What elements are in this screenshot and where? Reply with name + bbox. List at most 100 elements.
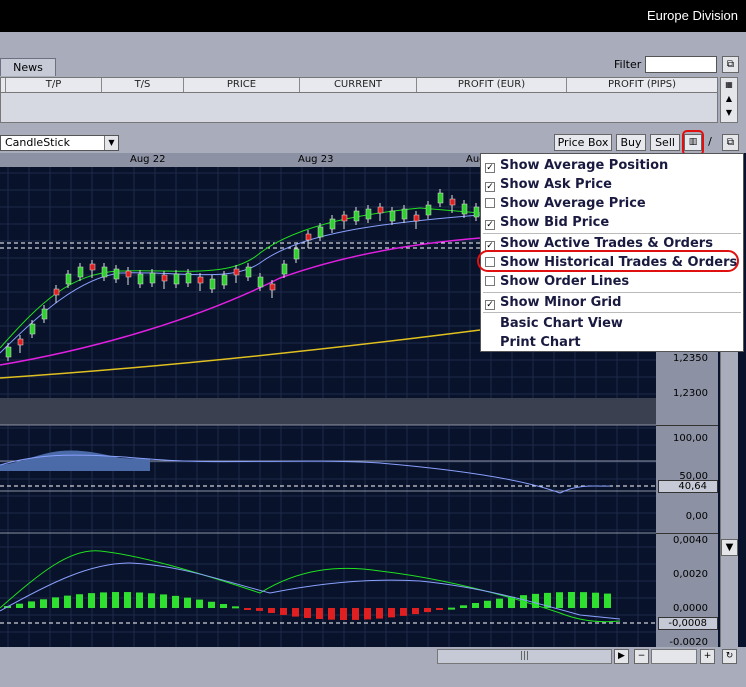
candle (29, 323, 36, 335)
macd-bar (88, 593, 95, 608)
macd-bar (340, 608, 347, 620)
menu-separator (483, 312, 741, 313)
column-header-current[interactable]: CURRENT (300, 78, 417, 92)
zoom-out-icon[interactable]: − (634, 649, 649, 664)
macd-bar (124, 592, 131, 608)
price-box-button[interactable]: Price Box (554, 134, 612, 151)
candle (389, 210, 396, 222)
axis-label: 100,00 (673, 433, 708, 444)
macd-bar (484, 600, 491, 608)
candle (293, 248, 300, 260)
macd-bar (76, 594, 83, 608)
macd-bar (412, 608, 419, 615)
checkbox-icon[interactable]: ✓ (485, 300, 495, 310)
macd-bar (580, 592, 587, 608)
macd-bar (304, 608, 311, 618)
candle (185, 272, 192, 284)
candle (137, 273, 144, 285)
sell-button[interactable]: Sell (650, 134, 680, 151)
date-label: Aug 22 (130, 154, 166, 165)
macd-bar (136, 592, 143, 608)
candle (269, 283, 276, 291)
candle (149, 272, 156, 284)
macd-bar (160, 594, 167, 608)
menu-item-show-average-price[interactable]: Show Average Price (485, 194, 646, 213)
chart-type-select[interactable]: CandleStick ▼ (0, 135, 119, 151)
tab-news[interactable]: News (0, 58, 56, 76)
axis-label: -0,0020 (669, 637, 708, 645)
candle (353, 210, 360, 222)
menu-item-show-average-position[interactable]: ✓ Show Average Position (485, 156, 668, 175)
zoom-in-icon[interactable]: + (700, 649, 715, 664)
menu-item-show-minor-grid[interactable]: ✓ Show Minor Grid (485, 293, 621, 312)
candle (401, 208, 408, 220)
checkbox-icon[interactable]: ✓ (485, 220, 495, 230)
menu-item-show-ask-price[interactable]: ✓ Show Ask Price (485, 175, 612, 194)
axis-label: 1,2350 (673, 353, 708, 364)
checkbox-icon[interactable] (485, 276, 495, 286)
macd-bar (436, 608, 443, 610)
refresh-icon[interactable]: ↻ (722, 649, 737, 664)
candle (461, 203, 468, 215)
column-header-price[interactable]: PRICE (184, 78, 300, 92)
candle (305, 233, 312, 241)
macd-bar (232, 606, 239, 609)
axis-label: 0,0040 (673, 535, 708, 546)
candle (341, 214, 348, 222)
macd-bar (148, 593, 155, 608)
restore-window-icon[interactable]: ⧉ (722, 56, 739, 73)
buy-button[interactable]: Buy (616, 134, 646, 151)
column-header-profit-pips[interactable]: PROFIT (PIPS) (567, 78, 717, 92)
macd-bar (28, 601, 35, 608)
horizontal-scrollbar-thumb[interactable]: ||| (437, 649, 612, 664)
macd-bar (172, 595, 179, 608)
checkbox-icon[interactable] (485, 198, 495, 208)
macd-bar (184, 597, 191, 608)
candle (221, 274, 228, 286)
candle (233, 268, 240, 276)
macd-bar (292, 608, 299, 617)
ma-slow-line (0, 329, 481, 379)
zoom-slider[interactable] (651, 649, 697, 664)
menu-item-show-order-lines[interactable]: Show Order Lines (485, 272, 629, 291)
candle (437, 192, 444, 204)
macd-bar (424, 608, 431, 613)
ma-mid-line (0, 237, 481, 366)
filter-input[interactable] (645, 56, 717, 73)
scroll-down-icon[interactable]: ▼ (721, 539, 738, 556)
candle (365, 208, 372, 220)
candle (197, 276, 204, 284)
filter-label: Filter (614, 58, 642, 71)
checkbox-icon[interactable]: ✓ (485, 163, 495, 173)
menu-item-show-bid-price[interactable]: ✓ Show Bid Price (485, 213, 609, 232)
macd-bar (592, 592, 599, 608)
candle (113, 268, 120, 280)
trades-grid-header: T/P T/S PRICE CURRENT PROFIT (EUR) PROFI… (0, 77, 718, 93)
column-header-tp[interactable]: T/P (6, 78, 102, 92)
candle (161, 274, 168, 282)
date-label: Aug 23 (298, 154, 334, 165)
menu-item-print-chart[interactable]: Print Chart (500, 333, 581, 352)
pane-divider (656, 425, 718, 426)
scroll-down-icon[interactable]: ▼ (721, 106, 737, 120)
trades-grid-body (0, 93, 718, 123)
restore-chart-icon[interactable]: ⧉ (722, 134, 739, 151)
grid-scrollbar[interactable]: ▦ ▲ ▼ (720, 77, 738, 123)
checkbox-icon[interactable]: ✓ (485, 182, 495, 192)
scroll-right-icon[interactable]: ▶ (614, 649, 629, 664)
macd-bar (16, 603, 23, 608)
scroll-up-icon[interactable]: ▲ (721, 92, 737, 106)
macd-bar (40, 599, 47, 608)
chevron-down-icon[interactable]: ▼ (104, 136, 118, 150)
column-header-profit-eur[interactable]: PROFIT (EUR) (417, 78, 567, 92)
column-chooser-icon[interactable]: ▦ (721, 78, 737, 92)
chart-type-value: CandleStick (5, 136, 70, 149)
candle (377, 206, 384, 214)
menu-item-basic-chart-view[interactable]: Basic Chart View (500, 314, 623, 333)
candle (173, 273, 180, 285)
macd-bar (280, 608, 287, 615)
macd-bar (472, 602, 479, 608)
column-header-ts[interactable]: T/S (102, 78, 184, 92)
draw-line-icon[interactable]: / (703, 134, 717, 151)
axis-label: 0,0000 (673, 603, 708, 614)
